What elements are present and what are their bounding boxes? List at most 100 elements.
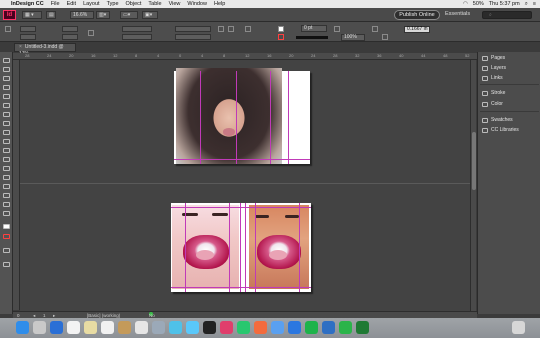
fit-content-icon[interactable] [372,26,378,32]
appstore-icon[interactable] [203,321,216,334]
flip-icon[interactable] [228,26,234,32]
wifi-icon[interactable]: ◠ [463,0,468,8]
scale-y-field[interactable] [122,34,152,40]
fit-frame-icon[interactable] [382,34,388,40]
safari-icon[interactable] [50,321,63,334]
reminders-icon[interactable] [101,321,114,334]
spread-2[interactable] [171,203,311,292]
rotation-field[interactable] [175,26,211,32]
vertical-scrollbar[interactable] [470,60,476,311]
messages-icon[interactable] [152,321,165,334]
menu-file[interactable]: File [51,0,60,8]
h-field[interactable] [62,34,78,40]
selection-tool-icon[interactable] [3,58,10,63]
word-icon[interactable] [254,321,267,334]
direct-selection-tool-icon[interactable] [3,67,10,72]
opacity-field[interactable]: 100% [341,34,365,41]
shear-field[interactable] [175,34,211,40]
stock-button[interactable]: ▤ [46,11,56,19]
fill-stroke-icon[interactable] [3,224,10,229]
mouth-image-right[interactable] [249,205,309,289]
system-preferences-icon[interactable] [220,321,233,334]
line-tool-icon[interactable] [3,112,10,117]
menu-view[interactable]: View [169,0,181,8]
menu-window[interactable]: Window [187,0,207,8]
free-transform-tool-icon[interactable] [3,166,10,171]
page-tool-icon[interactable] [3,76,10,81]
panel-cc-libraries[interactable]: CC Libraries [482,126,519,134]
page-1[interactable] [174,68,310,164]
view-options-button[interactable]: ▥▾ [96,11,110,19]
panel-swatches[interactable]: Swatches [482,116,513,124]
excel-icon[interactable] [288,321,301,334]
finder-icon[interactable] [16,321,29,334]
horizontal-ruler[interactable]: 28 24 20 16 12 8 4 0 4 8 12 16 20 24 28 … [13,53,477,60]
menu-object[interactable]: Object [126,0,142,8]
apply-color-icon[interactable] [3,248,10,253]
photoshop-icon[interactable] [322,321,335,334]
scrollbar-thumb[interactable] [472,132,476,190]
menu-type[interactable]: Type [107,0,119,8]
clock[interactable]: Thu 5:37 pm [489,0,520,8]
spotlight-icon[interactable]: ⌕ [525,0,528,8]
app-menu[interactable]: InDesign CC [11,0,44,8]
notes-icon[interactable] [84,321,97,334]
menu-help[interactable]: Help [214,0,225,8]
panel-layers[interactable]: Layers [482,64,506,72]
menu-table[interactable]: Table [148,0,161,8]
panel-pages[interactable]: Pages [482,54,505,62]
bridge-button[interactable]: ▦ ▾ [22,11,42,19]
panel-links[interactable]: Links [482,74,503,82]
portrait-image[interactable] [176,68,282,164]
menu-layout[interactable]: Layout [83,0,100,8]
zoom-level[interactable]: 16.6% [70,11,94,19]
battery-percent[interactable]: 50% [473,0,484,8]
stroke-swatch[interactable] [278,34,284,40]
calendar-icon[interactable] [67,321,80,334]
spotify-icon[interactable] [237,321,250,334]
eyedropper-tool-icon[interactable] [3,193,10,198]
fill-swatch[interactable] [278,26,284,32]
illustrator-icon[interactable] [305,321,318,334]
vertical-ruler[interactable] [13,60,20,310]
text-wrap-icon[interactable] [334,26,340,32]
powerpoint-icon[interactable] [271,321,284,334]
screen-mode-icon[interactable] [3,262,10,267]
panel-color[interactable]: Color [482,100,503,108]
search-input[interactable]: ⌕ [482,11,532,19]
document-tab[interactable]: ×Untitled-3.indd @ 17% [14,43,76,57]
publish-online-button[interactable]: Publish Online [394,10,440,20]
reference-point-icon[interactable] [5,26,11,32]
scissors-tool-icon[interactable] [3,157,10,162]
launchpad-icon[interactable] [33,321,46,334]
screen-mode-button[interactable]: ▭▾ [120,11,138,19]
close-icon[interactable]: × [19,44,22,50]
type-tool-icon[interactable] [3,103,10,108]
zoom-tool-icon[interactable] [3,211,10,216]
indesign-icon[interactable] [339,321,352,334]
gradient-tool-icon[interactable] [3,175,10,180]
gap-tool-icon[interactable] [3,85,10,90]
note-tool-icon[interactable] [3,184,10,189]
pencil-tool-icon[interactable] [3,130,10,135]
x-field[interactable] [20,26,36,32]
stroke-weight-field[interactable]: 0 pt [301,25,327,32]
rectangle-frame-tool-icon[interactable] [3,139,10,144]
terminal-icon[interactable] [356,321,369,334]
maps-icon[interactable] [118,321,131,334]
pen-tool-icon[interactable] [3,121,10,126]
scale-x-field[interactable] [122,26,152,32]
content-collector-icon[interactable] [3,94,10,99]
y-field[interactable] [20,34,36,40]
select-container-icon[interactable] [245,26,251,32]
swap-fill-stroke-icon[interactable] [3,234,10,239]
facetime-icon[interactable] [169,321,182,334]
constrain-proportions-icon[interactable] [88,30,94,36]
trash-icon[interactable] [512,321,525,334]
notification-icon[interactable]: ≡ [533,0,536,8]
w-field[interactable] [62,26,78,32]
photos-icon[interactable] [135,321,148,334]
rectangle-tool-icon[interactable] [3,148,10,153]
arrange-documents-button[interactable]: ▣▾ [142,11,158,19]
workspace-switcher[interactable]: Essentials [445,11,470,17]
